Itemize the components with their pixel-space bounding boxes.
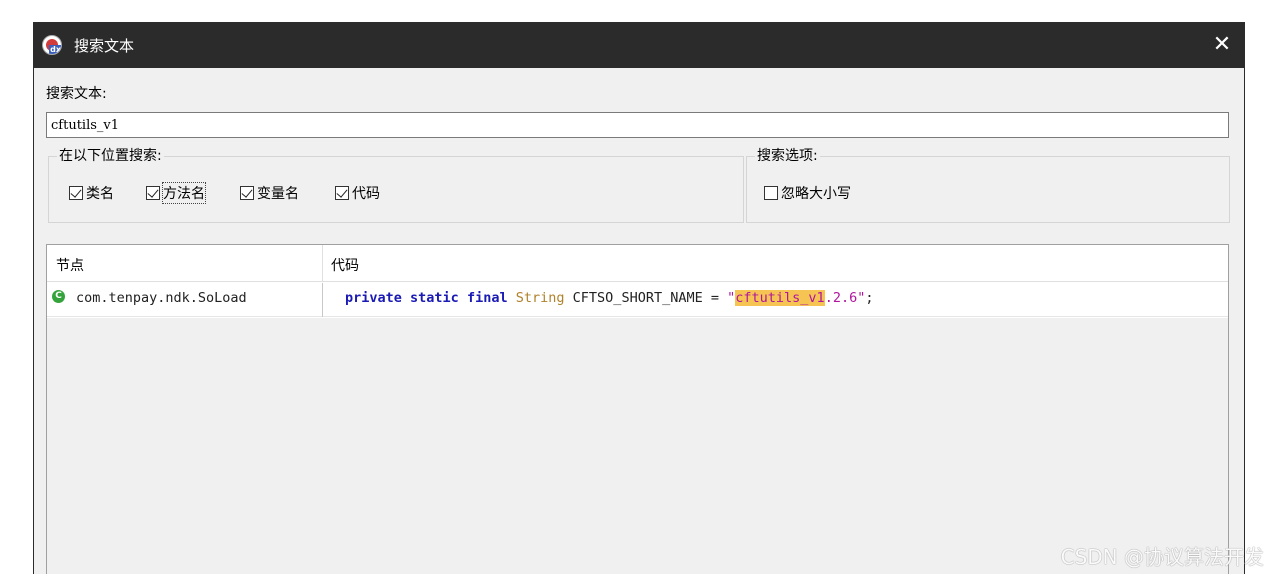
search-text-dialog: dx 搜索文本 ✕ 搜索文本: 在以下位置搜索: 类名 方法名 变量名 代码 搜… (33, 22, 1245, 574)
title-bar[interactable]: dx 搜索文本 ✕ (34, 23, 1244, 68)
column-header-code[interactable]: 代码 (331, 255, 359, 275)
code-identifier: CFTSO_SHORT_NAME (572, 290, 703, 306)
checkbox-checked-icon[interactable] (240, 186, 254, 200)
result-node-name: com.tenpay.ndk.SoLoad (76, 290, 247, 306)
results-empty-area (47, 318, 1228, 574)
checkbox-class-name[interactable]: 类名 (69, 183, 114, 203)
column-divider[interactable] (322, 245, 323, 282)
code-keyword: static (410, 290, 459, 306)
search-results-table: 节点 代码 C com.tenpay.ndk.SoLoad private st… (46, 244, 1229, 574)
code-keyword: private (345, 290, 402, 306)
code-string-rest: .2.6" (824, 290, 866, 306)
table-row[interactable]: C com.tenpay.ndk.SoLoad private static f… (47, 283, 1228, 317)
search-text-label: 搜索文本: (46, 86, 107, 102)
code-operator: = (710, 290, 719, 306)
search-input[interactable] (46, 112, 1229, 138)
checkbox-unchecked-icon[interactable] (764, 186, 778, 200)
checkbox-ignore-case[interactable]: 忽略大小写 (764, 183, 851, 203)
code-keyword: final (466, 290, 508, 306)
search-options-legend: 搜索选项: (755, 145, 820, 165)
table-header: 节点 代码 (47, 245, 1228, 282)
checkbox-code[interactable]: 代码 (335, 183, 380, 203)
search-scope-legend: 在以下位置搜索: (57, 145, 164, 165)
search-match-highlight: cftutils_v1 (735, 290, 825, 306)
result-code-line: private static final String CFTSO_SHORT_… (345, 290, 873, 306)
search-options-group: 搜索选项: 忽略大小写 (746, 145, 1230, 223)
search-scope-group: 在以下位置搜索: 类名 方法名 变量名 代码 (48, 145, 744, 223)
column-header-node[interactable]: 节点 (56, 255, 84, 275)
checkbox-checked-icon[interactable] (335, 186, 349, 200)
jadx-app-icon: dx (42, 35, 62, 55)
csdn-watermark: CSDN @协议算法开发 (1060, 545, 1264, 569)
checkbox-method-name[interactable]: 方法名 (146, 182, 206, 204)
window-title: 搜索文本 (74, 37, 135, 55)
class-icon: C (52, 290, 65, 303)
close-icon[interactable]: ✕ (1206, 29, 1238, 61)
cell-divider (322, 283, 323, 317)
checkbox-checked-icon[interactable] (146, 186, 160, 200)
checkbox-variable-name[interactable]: 变量名 (240, 183, 299, 203)
code-type: String (515, 290, 565, 306)
code-semicolon: ; (865, 290, 874, 306)
checkbox-checked-icon[interactable] (69, 186, 83, 200)
